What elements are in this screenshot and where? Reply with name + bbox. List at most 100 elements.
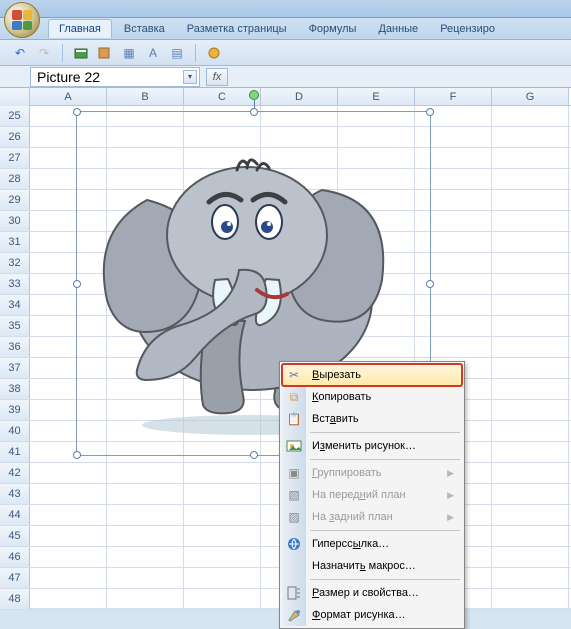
tab-insert[interactable]: Вставка	[114, 20, 175, 38]
qa-btn-4[interactable]: A	[145, 45, 161, 61]
cell[interactable]	[30, 505, 107, 525]
cell[interactable]	[492, 274, 569, 294]
cell[interactable]	[492, 127, 569, 147]
cell[interactable]	[492, 169, 569, 189]
row-header[interactable]: 34	[0, 295, 30, 315]
row-header[interactable]: 47	[0, 568, 30, 588]
row-header[interactable]: 31	[0, 232, 30, 252]
row-header[interactable]: 41	[0, 442, 30, 462]
qa-btn-2[interactable]	[97, 45, 113, 61]
row-header[interactable]: 33	[0, 274, 30, 294]
undo-icon[interactable]: ↶	[12, 45, 28, 61]
col-header[interactable]: A	[30, 88, 107, 105]
resize-handle-n[interactable]	[250, 108, 258, 116]
qa-btn-3[interactable]: ▦	[121, 45, 137, 61]
name-box-dropdown[interactable]: ▾	[183, 70, 197, 84]
tab-home[interactable]: Главная	[48, 19, 112, 38]
resize-handle-w[interactable]	[73, 280, 81, 288]
col-header[interactable]: G	[492, 88, 569, 105]
col-header[interactable]: E	[338, 88, 415, 105]
cell[interactable]	[492, 421, 569, 441]
cell[interactable]	[107, 526, 184, 546]
cell[interactable]	[492, 589, 569, 609]
row-header[interactable]: 25	[0, 106, 30, 126]
redo-icon[interactable]: ↷	[36, 45, 52, 61]
select-all-corner[interactable]	[0, 88, 30, 106]
ctx-copy[interactable]: ⧉ Копировать	[282, 386, 462, 408]
row-header[interactable]: 30	[0, 211, 30, 231]
cell[interactable]	[30, 589, 107, 609]
worksheet-grid[interactable]: A B C D E F G 25262728293031323334353637…	[0, 88, 571, 608]
row-header[interactable]: 36	[0, 337, 30, 357]
resize-handle-s[interactable]	[250, 451, 258, 459]
cell[interactable]	[492, 463, 569, 483]
qa-btn-6[interactable]	[206, 45, 222, 61]
row-header[interactable]: 39	[0, 400, 30, 420]
tab-review[interactable]: Рецензиро	[430, 20, 505, 38]
cell[interactable]	[492, 211, 569, 231]
cell[interactable]	[30, 484, 107, 504]
fx-button[interactable]: fx	[206, 68, 228, 86]
col-header[interactable]: B	[107, 88, 184, 105]
qa-btn-5[interactable]: ▤	[169, 45, 185, 61]
row-header[interactable]: 27	[0, 148, 30, 168]
cell[interactable]	[107, 463, 184, 483]
ctx-format-picture[interactable]: Формат рисунка…	[282, 604, 462, 626]
cell[interactable]	[184, 526, 261, 546]
tab-page-layout[interactable]: Разметка страницы	[177, 20, 297, 38]
cell[interactable]	[30, 526, 107, 546]
resize-handle-nw[interactable]	[73, 108, 81, 116]
row-header[interactable]: 32	[0, 253, 30, 273]
row-header[interactable]: 28	[0, 169, 30, 189]
cell[interactable]	[30, 463, 107, 483]
resize-handle-ne[interactable]	[426, 108, 434, 116]
cell[interactable]	[492, 484, 569, 504]
cell[interactable]	[107, 484, 184, 504]
cell[interactable]	[107, 568, 184, 588]
cell[interactable]	[107, 589, 184, 609]
cell[interactable]	[492, 358, 569, 378]
rotate-handle[interactable]	[249, 90, 259, 100]
cell[interactable]	[492, 106, 569, 126]
col-header[interactable]: D	[261, 88, 338, 105]
cell[interactable]	[492, 148, 569, 168]
cell[interactable]	[30, 547, 107, 567]
cell[interactable]	[492, 526, 569, 546]
cell[interactable]	[107, 505, 184, 525]
ctx-size-props[interactable]: Размер и свойства…	[282, 582, 462, 604]
row-header[interactable]: 46	[0, 547, 30, 567]
row-header[interactable]: 26	[0, 127, 30, 147]
ctx-hyperlink[interactable]: Гиперссылка…	[282, 533, 462, 555]
cell[interactable]	[492, 400, 569, 420]
cell[interactable]	[184, 463, 261, 483]
resize-handle-sw[interactable]	[73, 451, 81, 459]
row-header[interactable]: 44	[0, 505, 30, 525]
cell[interactable]	[492, 547, 569, 567]
resize-handle-e[interactable]	[426, 280, 434, 288]
tab-data[interactable]: Данные	[368, 20, 428, 38]
office-button[interactable]	[4, 2, 40, 38]
cell[interactable]	[492, 316, 569, 336]
row-header[interactable]: 37	[0, 358, 30, 378]
cell[interactable]	[492, 379, 569, 399]
cell[interactable]	[184, 547, 261, 567]
row-header[interactable]: 40	[0, 421, 30, 441]
row-header[interactable]: 38	[0, 379, 30, 399]
ctx-paste[interactable]: 📋 Вставить	[282, 408, 462, 430]
cell[interactable]	[184, 589, 261, 609]
col-header[interactable]: F	[415, 88, 492, 105]
cell[interactable]	[184, 568, 261, 588]
row-header[interactable]: 45	[0, 526, 30, 546]
tab-formulas[interactable]: Формулы	[299, 20, 367, 38]
cell[interactable]	[492, 442, 569, 462]
name-box[interactable]: Picture 22 ▾	[30, 67, 200, 87]
cell[interactable]	[492, 253, 569, 273]
row-header[interactable]: 29	[0, 190, 30, 210]
cell[interactable]	[107, 547, 184, 567]
row-header[interactable]: 43	[0, 484, 30, 504]
cell[interactable]	[184, 505, 261, 525]
cell[interactable]	[184, 484, 261, 504]
cell[interactable]	[30, 568, 107, 588]
cell[interactable]	[492, 337, 569, 357]
cell[interactable]	[492, 505, 569, 525]
